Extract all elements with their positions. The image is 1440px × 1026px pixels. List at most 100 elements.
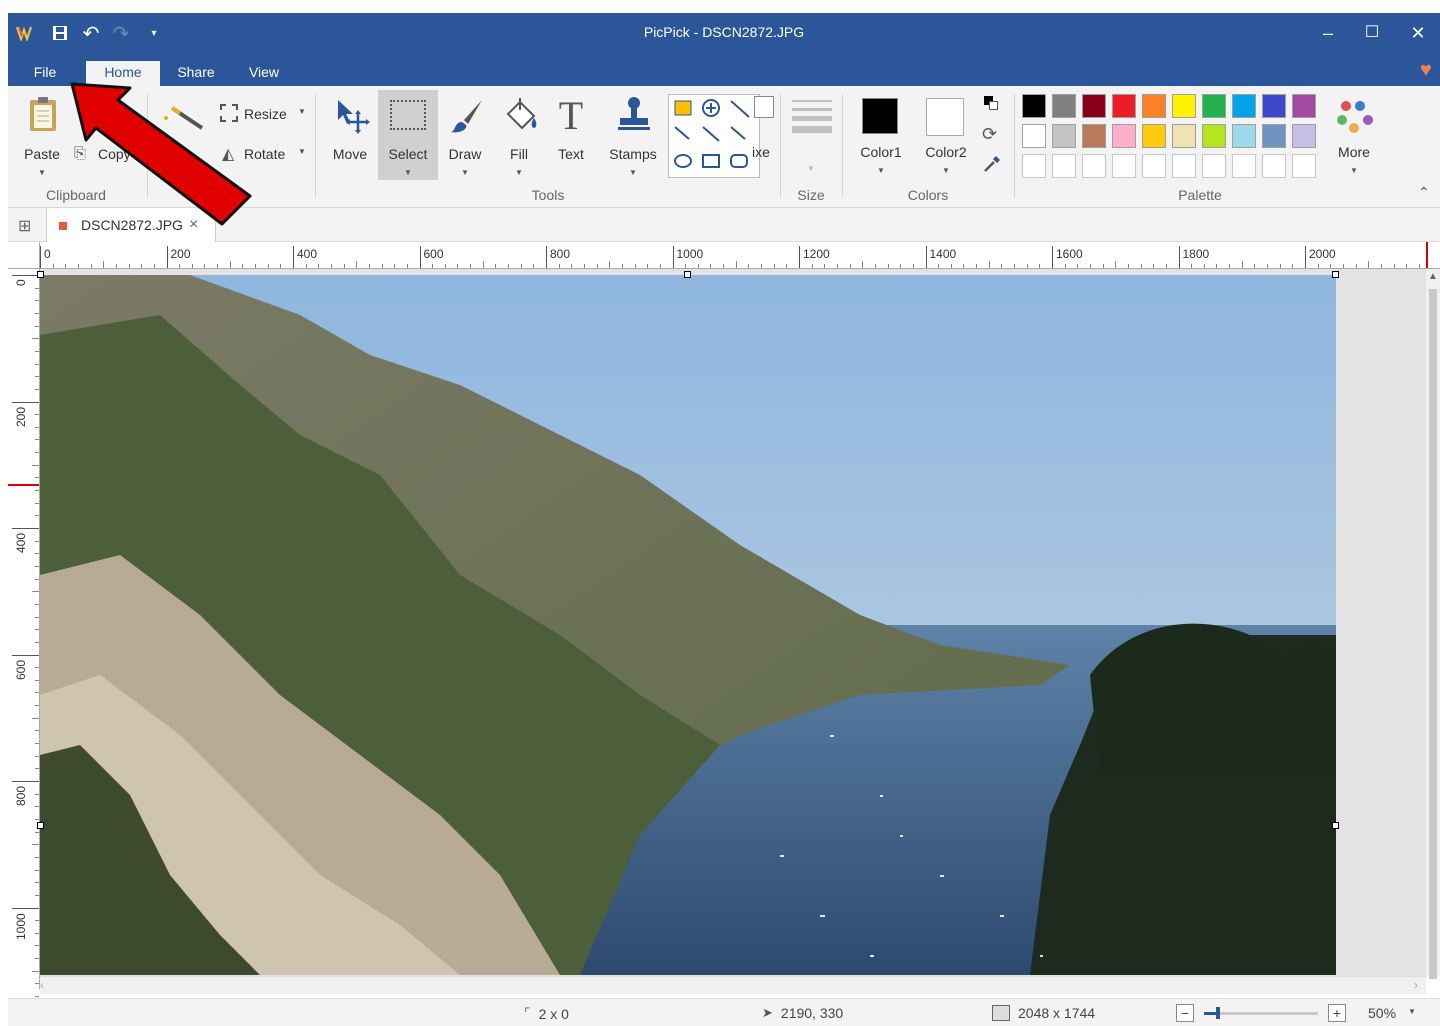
palette-swatch[interactable] (1022, 94, 1046, 118)
ruler-minor-tick (394, 264, 396, 268)
palette-swatch[interactable] (1082, 124, 1106, 148)
palette-swatch[interactable] (1142, 124, 1166, 148)
zoom-out-button[interactable]: − (1176, 1004, 1194, 1022)
palette-swatch[interactable] (1202, 94, 1226, 118)
resize-handle[interactable] (37, 822, 44, 829)
palette-swatch[interactable] (1052, 124, 1076, 148)
more-colors-button[interactable]: More ▼ (1332, 94, 1376, 178)
zoom-slider-thumb[interactable] (1216, 1007, 1221, 1019)
resize-handle[interactable] (1332, 271, 1339, 278)
palette-swatch[interactable] (1292, 94, 1316, 118)
divider (842, 94, 843, 198)
text-button[interactable]: T Text (550, 90, 592, 176)
close-button[interactable]: ✕ (1398, 17, 1438, 49)
collapse-ribbon-icon[interactable]: ⌃ (1418, 184, 1430, 201)
palette-swatch[interactable] (1112, 154, 1136, 178)
horizontal-scrollbar[interactable]: ‹ › (40, 976, 1426, 994)
default-colors-icon[interactable] (982, 94, 1000, 112)
ruler-minor-tick (32, 338, 39, 340)
scroll-up-icon[interactable]: ▲ (1428, 271, 1438, 282)
ruler-minor-tick (761, 264, 763, 268)
ruler-major-tick (925, 246, 927, 268)
ruler-major-tick (799, 246, 800, 268)
color1-button[interactable]: Color1 ▼ (854, 94, 908, 178)
pixelate-button[interactable]: ixe (752, 92, 776, 172)
ruler-minor-tick (1077, 264, 1079, 268)
scroll-left-icon[interactable]: ‹ (40, 978, 44, 992)
minimize-button[interactable]: – (1308, 17, 1348, 49)
palette-swatch[interactable] (1262, 94, 1286, 118)
fill-button[interactable]: Fill ▼ (496, 90, 542, 177)
select-button[interactable]: Select ▼ (378, 90, 438, 180)
palette-swatch[interactable] (1232, 154, 1256, 178)
ruler-major-tick (40, 246, 41, 268)
vertical-scrollbar[interactable]: ▲ (1426, 269, 1440, 979)
resize-handle[interactable] (684, 271, 691, 278)
ruler-minor-tick (204, 264, 206, 268)
ruler-minor-tick (533, 264, 535, 268)
palette-swatch[interactable] (1172, 124, 1196, 148)
palette-swatch[interactable] (1082, 154, 1106, 178)
palette-swatch[interactable] (1022, 154, 1046, 178)
grid-view-icon[interactable]: ⊞ (18, 216, 31, 236)
palette-swatch[interactable] (1292, 124, 1316, 148)
palette-swatch[interactable] (1112, 94, 1136, 118)
shapes-gallery[interactable] (668, 94, 760, 178)
palette-swatch[interactable] (1262, 154, 1286, 178)
ruler-minor-tick (90, 264, 92, 268)
ruler-minor-tick (773, 264, 775, 268)
ruler-minor-tick (900, 264, 902, 268)
palette-swatch[interactable] (1142, 154, 1166, 178)
palette-swatch[interactable] (1232, 94, 1256, 118)
ruler-minor-tick (583, 264, 585, 268)
ruler-label: 800 (14, 785, 28, 806)
scroll-thumb[interactable] (1429, 289, 1437, 979)
color2-button[interactable]: Color2 ▼ (918, 94, 974, 178)
palette-swatch[interactable] (1112, 124, 1136, 148)
ruler-minor-tick (35, 565, 39, 567)
palette-swatch[interactable] (1262, 124, 1286, 148)
swap-colors-icon[interactable]: ⟳ (982, 124, 997, 145)
palette-swatch[interactable] (1172, 154, 1196, 178)
paste-button[interactable]: Paste ▼ (18, 90, 66, 177)
image-size-label: 2048 x 1744 (1018, 1005, 1096, 1021)
palette-swatch[interactable] (1202, 154, 1226, 178)
ruler-major-tick (1052, 246, 1053, 268)
chevron-down-icon: ▼ (515, 168, 523, 177)
zoom-in-button[interactable]: + (1328, 1004, 1346, 1022)
palette-swatch[interactable] (1052, 94, 1076, 118)
ruler-major-tick (12, 781, 39, 782)
zoom-slider[interactable] (1204, 1007, 1318, 1019)
stamps-button[interactable]: Stamps ▼ (602, 90, 664, 177)
zoom-level-label[interactable]: 50% (1368, 1005, 1396, 1021)
draw-button[interactable]: Draw ▼ (442, 90, 488, 177)
canvas-image[interactable] (40, 275, 1336, 975)
ruler-minor-tick (596, 264, 598, 268)
window-title: PicPick - DSCN2872.JPG (643, 24, 805, 40)
colors-group-label: Colors (907, 187, 949, 203)
palette-swatch[interactable] (1082, 94, 1106, 118)
palette-swatch[interactable] (1172, 94, 1196, 118)
ruler-minor-tick (368, 264, 370, 268)
eyedropper-icon[interactable] (982, 154, 1002, 179)
ruler-minor-tick (1140, 264, 1142, 268)
ruler-minor-tick (35, 768, 39, 770)
size-button[interactable]: ▼ (788, 94, 834, 174)
ruler-minor-tick (1393, 264, 1395, 268)
palette-swatch[interactable] (1202, 124, 1226, 148)
resize-handle[interactable] (1332, 822, 1339, 829)
palette-swatch[interactable] (1232, 124, 1256, 148)
resize-handle[interactable] (37, 271, 44, 278)
chevron-down-icon[interactable]: ▼ (1408, 1007, 1416, 1016)
maximize-button[interactable]: ☐ (1352, 17, 1392, 49)
move-button[interactable]: Move (322, 90, 378, 176)
palette-swatch[interactable] (1052, 154, 1076, 178)
ruler-major-tick (293, 246, 294, 268)
ruler-minor-tick (457, 264, 459, 268)
palette-swatch[interactable] (1142, 94, 1166, 118)
scroll-right-icon[interactable]: › (1414, 978, 1418, 992)
palette-swatch[interactable] (1292, 154, 1316, 178)
heart-icon[interactable]: ♥ (1420, 59, 1432, 82)
palette-swatch[interactable] (1022, 124, 1046, 148)
clipboard-icon (30, 97, 56, 131)
